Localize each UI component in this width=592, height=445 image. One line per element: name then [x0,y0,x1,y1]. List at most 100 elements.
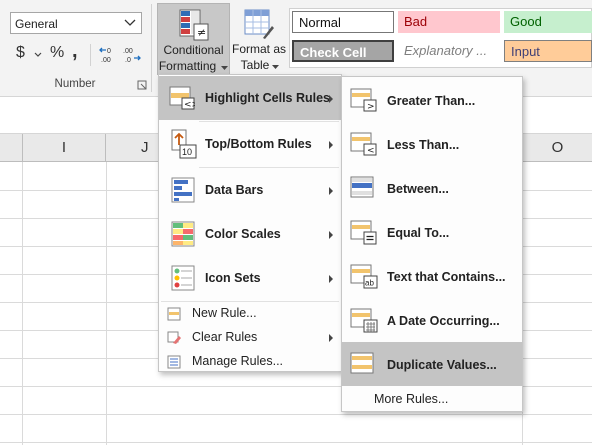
currency-button[interactable]: $ [16,44,25,64]
menu-item-label: Highlight Cells Rules [205,91,331,105]
style-bad[interactable]: Bad [398,11,500,33]
highlight-cells-icon: <> [169,86,195,110]
comma-style-button[interactable]: , [72,40,78,62]
chevron-down-icon [124,19,136,26]
submenu-item-between[interactable]: Between... [342,166,522,210]
svg-text:<: < [367,146,375,156]
fat-dropdown-icon [272,65,279,69]
decrease-decimal-icon[interactable]: .00 .0 [122,44,142,64]
menu-item-label: Manage Rules... [192,354,284,368]
clear-rules-icon [167,331,181,344]
menu-item-label: Icon Sets [205,271,261,285]
submenu-item-more-rules[interactable]: More Rules... [342,388,522,410]
style-input[interactable]: Input [504,40,592,62]
menu-item-label: Color Scales [205,227,281,241]
svg-text:≠: ≠ [197,26,206,39]
submenu-item-text-contains[interactable]: ab Text that Contains... [342,254,522,298]
column-header-label: J [141,139,149,156]
submenu-item-label: Greater Than... [387,94,476,108]
submenu-item-duplicate-values[interactable]: Duplicate Values... [342,342,522,386]
svg-text:.00: .00 [123,48,133,55]
menu-item-clear-rules[interactable]: Clear Rules [159,327,341,349]
svg-text:ab: ab [365,279,374,288]
manage-rules-icon [167,355,181,369]
style-good[interactable]: Good [504,11,592,33]
top-bottom-icon: 10 [171,129,197,159]
submenu-arrow-icon [329,334,333,342]
format-as-table-icon [244,9,274,39]
svg-text:10: 10 [182,147,192,157]
gridline [0,442,592,443]
cf-label-line1: Conditional [163,43,224,57]
number-format-dropdown[interactable]: General [10,12,142,34]
conditional-formatting-button[interactable]: ≠ Conditional Formatting [157,3,230,75]
color-scales-icon [171,221,195,247]
less-than-icon: < [350,132,377,156]
submenu-item-date-occurring[interactable]: A Date Occurring... [342,298,522,342]
menu-item-top-bottom-rules[interactable]: 10 Top/Bottom Rules [159,122,341,166]
menu-item-label: Top/Bottom Rules [205,137,312,151]
style-normal[interactable]: Normal [292,11,394,33]
menu-item-label: Clear Rules [192,330,258,344]
number-format-value: General [15,17,58,31]
submenu-arrow-icon [329,275,333,283]
dialog-launcher-icon[interactable] [137,80,147,90]
new-rule-icon [167,307,181,321]
column-header-j[interactable]: J [107,134,157,162]
divider [90,44,91,66]
column-header-i[interactable]: I [22,134,106,162]
text-contains-icon: ab [350,264,378,289]
submenu-item-greater-than[interactable]: > Greater Than... [342,78,522,122]
submenu-item-label: Between... [387,182,449,196]
comma-label: , [72,40,78,62]
submenu-item-less-than[interactable]: < Less Than... [342,122,522,166]
conditional-formatting-menu: <> Highlight Cells Rules 10 Top/Bottom R… [158,74,342,372]
date-occurring-icon [350,308,378,333]
conditional-formatting-icon: ≠ [179,9,209,41]
gridline [22,162,23,445]
gridline [106,162,107,445]
column-header-label: O [551,139,564,156]
submenu-item-label: Less Than... [387,138,460,152]
equal-to-icon [350,220,377,245]
highlight-cells-submenu: > Greater Than... < Less Than... Between… [341,76,523,412]
increase-decimal-icon[interactable]: 0 .00 [98,44,118,64]
percent-label: % [50,44,65,61]
submenu-item-equal-to[interactable]: Equal To... [342,210,522,254]
separator [161,301,339,302]
submenu-arrow-icon [329,231,333,239]
menu-item-data-bars[interactable]: Data Bars [159,168,341,212]
currency-label: $ [16,44,25,61]
duplicate-values-icon [350,352,374,374]
submenu-item-label: Equal To... [387,226,450,240]
icon-sets-icon [171,265,195,291]
percent-button[interactable]: % [50,44,64,64]
gridline [0,414,592,415]
column-header-o[interactable]: O [522,134,592,162]
menu-item-color-scales[interactable]: Color Scales [159,212,341,256]
menu-item-label: Data Bars [205,183,264,197]
column-header-label: I [61,139,67,156]
submenu-arrow-icon [329,187,333,195]
submenu-item-label: More Rules... [374,392,449,406]
menu-item-highlight-cells-rules[interactable]: <> Highlight Cells Rules [159,76,341,120]
submenu-arrow-icon [329,141,333,149]
style-explanatory[interactable]: Explanatory ... [398,40,500,62]
svg-text:.0: .0 [125,57,131,64]
submenu-item-label: Duplicate Values... [387,358,497,372]
submenu-item-label: A Date Occurring... [387,314,500,328]
data-bars-icon [171,177,195,203]
menu-item-icon-sets[interactable]: Icon Sets [159,256,341,300]
between-icon [350,176,374,198]
menu-item-manage-rules[interactable]: Manage Rules... [159,351,341,373]
menu-item-new-rule[interactable]: New Rule... [159,303,341,325]
style-check-cell[interactable]: Check Cell [292,40,394,62]
currency-dropdown-icon[interactable] [34,52,42,58]
format-as-table-button[interactable]: Format as Table [231,3,287,75]
menu-item-label: New Rule... [192,306,257,320]
greater-than-icon: > [350,88,377,112]
svg-text:<>: <> [184,100,195,110]
number-group-label: Number [54,78,96,90]
submenu-arrow-icon [329,95,333,103]
cf-label-line2: Formatting [158,59,217,73]
